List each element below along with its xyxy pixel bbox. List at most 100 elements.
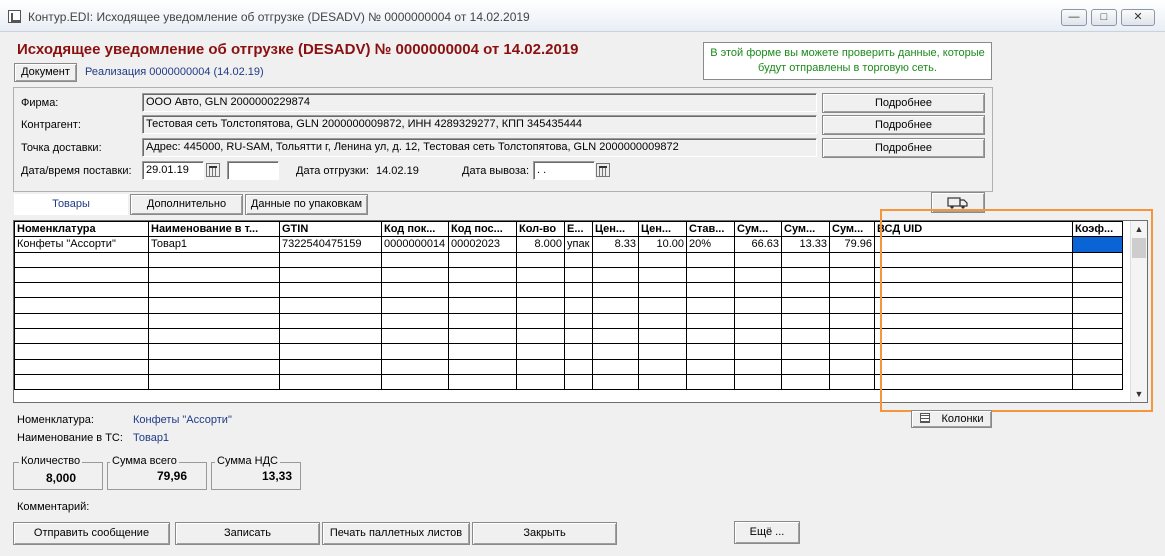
table-cell[interactable] [638, 373, 687, 391]
tab-additional[interactable]: Дополнительно [130, 194, 243, 215]
table-cell[interactable] [781, 282, 830, 299]
contractor-more-button[interactable]: Подробнее [822, 115, 985, 135]
calendar-icon[interactable] [596, 163, 610, 177]
table-cell[interactable] [734, 297, 782, 314]
table-cell[interactable] [564, 251, 593, 268]
table-cell[interactable] [148, 328, 280, 345]
table-cell[interactable] [516, 343, 565, 360]
table-cell[interactable] [564, 282, 593, 299]
pickup-date-field[interactable]: . . [533, 161, 595, 180]
table-cell[interactable] [592, 251, 639, 268]
table-cell[interactable] [829, 343, 875, 360]
column-header[interactable]: Е... [564, 221, 593, 238]
table-cell[interactable] [516, 312, 565, 330]
table-cell[interactable] [686, 328, 735, 345]
table-cell[interactable] [279, 343, 382, 360]
column-header[interactable]: Наименование в т... [148, 221, 280, 238]
table-cell[interactable]: 00002023 [448, 236, 517, 253]
table-cell[interactable] [564, 373, 593, 391]
column-header[interactable]: Став... [686, 221, 735, 238]
table-cell[interactable] [686, 282, 735, 299]
table-cell[interactable] [638, 282, 687, 299]
table-cell[interactable] [448, 251, 517, 268]
table-cell[interactable] [448, 328, 517, 345]
firm-more-button[interactable]: Подробнее [822, 93, 985, 113]
column-header[interactable]: GTIN [279, 221, 382, 238]
table-cell[interactable] [448, 343, 517, 360]
table-cell[interactable] [638, 328, 687, 345]
table-cell[interactable] [781, 312, 830, 330]
table-cell[interactable] [781, 328, 830, 345]
table-cell[interactable] [448, 282, 517, 299]
table-cell[interactable] [279, 297, 382, 314]
table-cell[interactable] [829, 358, 875, 375]
table-cell[interactable] [14, 358, 149, 375]
table-cell[interactable] [148, 358, 280, 375]
table-cell[interactable] [734, 282, 782, 299]
table-cell[interactable]: Конфеты "Ассорти" [14, 236, 149, 253]
table-cell[interactable] [14, 328, 149, 345]
table-cell[interactable]: 20% [686, 236, 735, 253]
table-cell[interactable]: 79.96 [829, 236, 875, 253]
table-cell[interactable] [781, 251, 830, 268]
table-cell[interactable] [781, 266, 830, 284]
delivery-time-field[interactable] [227, 161, 279, 180]
table-cell[interactable]: 8.000 [516, 236, 565, 253]
table-cell[interactable] [686, 266, 735, 284]
table-cell[interactable] [148, 373, 280, 391]
table-cell[interactable] [381, 282, 449, 299]
table-cell[interactable] [14, 373, 149, 391]
table-cell[interactable] [686, 373, 735, 391]
tab-goods[interactable]: Товары [14, 194, 128, 215]
table-cell[interactable] [14, 282, 149, 299]
table-cell[interactable] [381, 343, 449, 360]
table-cell[interactable] [781, 343, 830, 360]
table-cell[interactable] [592, 328, 639, 345]
table-cell[interactable] [448, 312, 517, 330]
table-cell[interactable] [829, 373, 875, 391]
save-button[interactable]: Записать [175, 522, 320, 545]
tab-packaging[interactable]: Данные по упаковкам [245, 194, 368, 215]
column-header[interactable]: Номенклатура [14, 221, 149, 238]
table-cell[interactable] [516, 373, 565, 391]
table-cell[interactable] [564, 312, 593, 330]
table-cell[interactable] [592, 297, 639, 314]
table-cell[interactable] [734, 312, 782, 330]
table-cell[interactable] [448, 373, 517, 391]
table-cell[interactable] [516, 282, 565, 299]
table-cell[interactable] [381, 312, 449, 330]
table-cell[interactable] [448, 358, 517, 375]
table-cell[interactable] [381, 266, 449, 284]
table-cell[interactable] [516, 297, 565, 314]
table-cell[interactable] [516, 266, 565, 284]
table-cell[interactable] [148, 282, 280, 299]
table-cell[interactable] [279, 373, 382, 391]
table-cell[interactable] [686, 312, 735, 330]
table-cell[interactable] [148, 343, 280, 360]
table-cell[interactable] [564, 343, 593, 360]
table-cell[interactable] [564, 328, 593, 345]
table-cell[interactable] [564, 358, 593, 375]
table-cell[interactable] [638, 297, 687, 314]
column-header[interactable]: Сум... [734, 221, 782, 238]
table-cell[interactable] [829, 328, 875, 345]
table-cell[interactable] [781, 373, 830, 391]
calendar-icon[interactable] [206, 163, 220, 177]
table-cell[interactable] [686, 343, 735, 360]
table-cell[interactable] [516, 358, 565, 375]
table-cell[interactable] [448, 266, 517, 284]
table-cell[interactable] [14, 251, 149, 268]
table-cell[interactable] [638, 343, 687, 360]
table-cell[interactable] [14, 312, 149, 330]
table-cell[interactable] [686, 251, 735, 268]
table-cell[interactable]: 0000000014 [381, 236, 449, 253]
table-cell[interactable] [592, 343, 639, 360]
column-header[interactable]: Код пос... [448, 221, 517, 238]
column-header[interactable]: Кол-во [516, 221, 565, 238]
table-cell[interactable] [14, 266, 149, 284]
table-cell[interactable]: 10.00 [638, 236, 687, 253]
table-cell[interactable] [638, 251, 687, 268]
table-cell[interactable] [381, 328, 449, 345]
column-header[interactable]: Сум... [781, 221, 830, 238]
table-cell[interactable] [734, 251, 782, 268]
